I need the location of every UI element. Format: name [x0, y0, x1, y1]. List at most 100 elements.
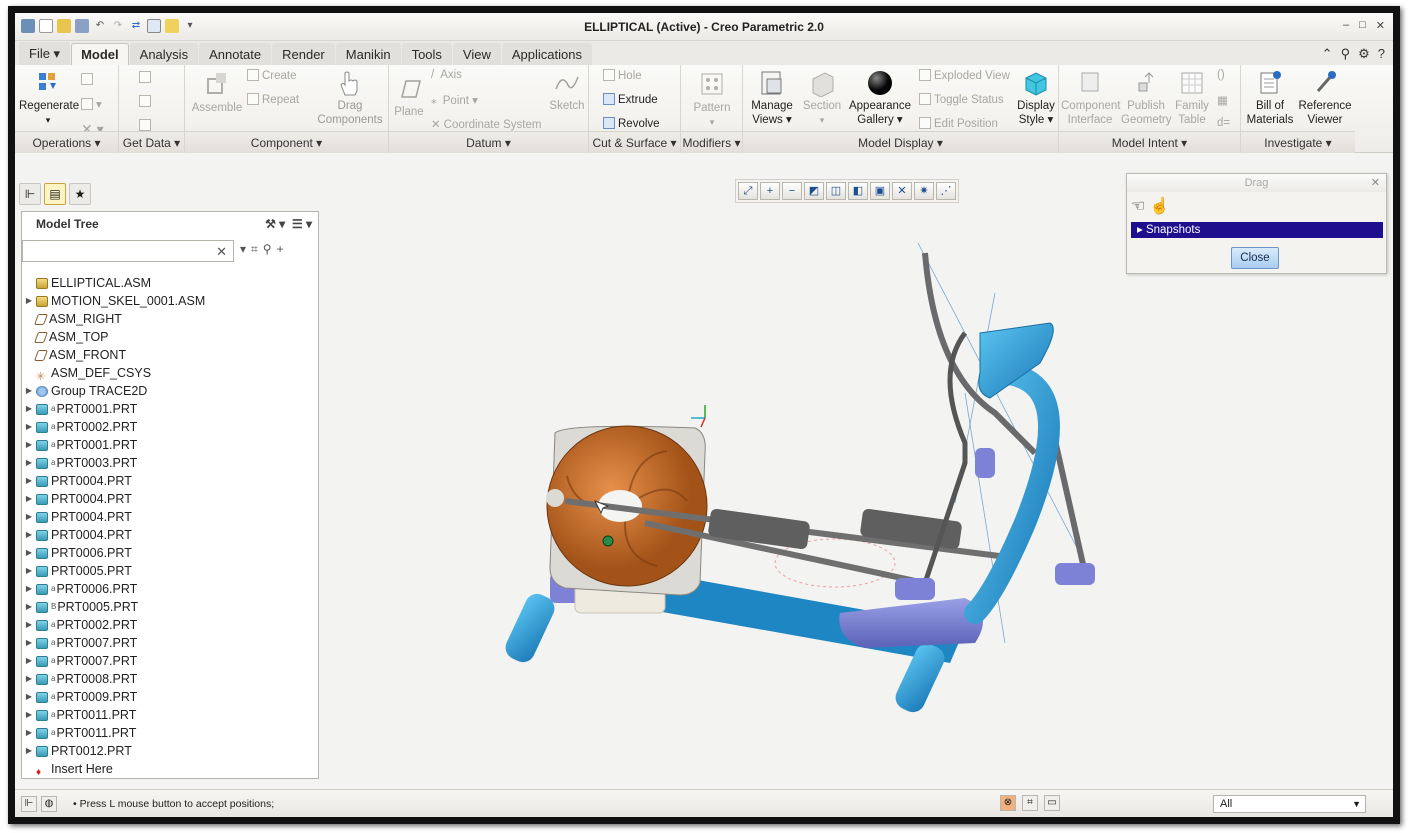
- expand-icon[interactable]: ▶: [22, 724, 36, 742]
- expand-icon[interactable]: ▶: [22, 544, 36, 562]
- dropdown-icon[interactable]: ▾: [240, 242, 251, 256]
- find-binoculars-icon[interactable]: ⌗: [251, 242, 263, 256]
- tab-tools[interactable]: Tools: [401, 43, 452, 65]
- maximize-button[interactable]: □: [1359, 19, 1366, 32]
- hole-button[interactable]: Hole: [603, 69, 642, 82]
- filter-icon[interactable]: ⚲: [263, 242, 277, 256]
- tree-item[interactable]: ▶ a PRT0001.PRT: [22, 436, 318, 454]
- point-button[interactable]: ⁎ Point ▾: [431, 93, 478, 107]
- tree-item[interactable]: ▶ MOTION_SKEL_0001.ASM: [22, 292, 318, 310]
- tree-settings-icon[interactable]: ⚒ ▾ ☰ ▾: [265, 212, 312, 236]
- expand-icon[interactable]: ▶: [22, 634, 36, 652]
- close-button[interactable]: ✕: [1376, 19, 1385, 32]
- relations-icon[interactable]: (): [1217, 69, 1225, 81]
- bill-of-materials-button[interactable]: Bill of Materials: [1243, 69, 1297, 127]
- selection-filter-select[interactable]: All ▼: [1213, 795, 1366, 813]
- drag-point-hand-icon[interactable]: ☜: [1131, 198, 1145, 215]
- plane-button[interactable]: Plane: [391, 75, 427, 119]
- close-dialog-button[interactable]: Close: [1231, 247, 1279, 269]
- expand-icon[interactable]: ▶: [22, 652, 36, 670]
- tree-item[interactable]: ▶ a PRT0007.PRT: [22, 634, 318, 652]
- expand-icon[interactable]: ▶: [22, 706, 36, 724]
- tree-item[interactable]: ▶ a PRT0006.PRT: [22, 580, 318, 598]
- dialog-close-icon[interactable]: ✕: [1371, 174, 1380, 192]
- tree-item[interactable]: ASM_TOP: [22, 328, 318, 346]
- group-label-operations[interactable]: Operations ▾: [15, 131, 118, 153]
- expand-icon[interactable]: ▶: [22, 382, 36, 400]
- help-icon[interactable]: ?: [1378, 46, 1385, 62]
- group-label-cut-surface[interactable]: Cut & Surface ▾: [589, 131, 680, 153]
- tree-item[interactable]: ▶ a PRT0011.PRT: [22, 724, 318, 742]
- tab-model[interactable]: Model: [71, 43, 129, 65]
- expand-icon[interactable]: ▶: [22, 400, 36, 418]
- display-style-icon[interactable]: ◫: [826, 182, 846, 200]
- annotation-display-icon[interactable]: ⋰: [936, 182, 956, 200]
- expand-icon[interactable]: ▶: [22, 670, 36, 688]
- tab-file[interactable]: File ▾: [19, 42, 71, 65]
- group-label-model-display[interactable]: Model Display ▾: [743, 131, 1058, 153]
- spin-center-icon[interactable]: ✷: [914, 182, 934, 200]
- tree-item[interactable]: ▶ B PRT0005.PRT: [22, 598, 318, 616]
- edit-position-button[interactable]: Edit Position: [919, 117, 998, 130]
- parameters-icon[interactable]: ▦: [1217, 93, 1228, 107]
- group-label-modifiers[interactable]: Modifiers ▾: [681, 131, 742, 153]
- section-button[interactable]: Section ▾: [799, 69, 845, 127]
- coordinate-system-button[interactable]: ✕ Coordinate System: [431, 117, 541, 131]
- tree-item[interactable]: ▶ a PRT0008.PRT: [22, 670, 318, 688]
- component-interface-button[interactable]: Component Interface: [1061, 69, 1120, 127]
- search-icon[interactable]: ⚲: [1341, 46, 1351, 62]
- repeat-button[interactable]: Repeat: [247, 93, 299, 106]
- create-button[interactable]: Create: [247, 69, 297, 82]
- expand-icon[interactable]: ▶: [22, 436, 36, 454]
- switch-dimensions-icon[interactable]: d=: [1217, 117, 1230, 129]
- selection-icon[interactable]: ▭: [1044, 795, 1060, 811]
- show-navigator-icon[interactable]: ⊩: [21, 796, 37, 812]
- tab-view[interactable]: View: [452, 43, 501, 65]
- publish-geometry-button[interactable]: Publish Geometry: [1121, 69, 1172, 127]
- copy-icon[interactable]: [81, 73, 96, 86]
- tree-item[interactable]: ▶ PRT0004.PRT: [22, 472, 318, 490]
- tree-item[interactable]: ▶ PRT0004.PRT: [22, 526, 318, 544]
- exploded-view-button[interactable]: Exploded View: [919, 69, 1010, 82]
- axis-button[interactable]: / Axis: [431, 69, 462, 81]
- folder-browser-tab-icon[interactable]: ▤: [44, 183, 66, 205]
- expand-icon[interactable]: ▶: [22, 526, 36, 544]
- expand-icon[interactable]: ▶: [22, 598, 36, 616]
- tree-item[interactable]: ▶ a PRT0011.PRT: [22, 706, 318, 724]
- tree-item[interactable]: ELLIPTICAL.ASM: [22, 274, 318, 292]
- tree-item[interactable]: ▶ PRT0006.PRT: [22, 544, 318, 562]
- tree-item[interactable]: ASM_RIGHT: [22, 310, 318, 328]
- drag-body-hand-icon[interactable]: ☝: [1150, 198, 1170, 215]
- expand-icon[interactable]: ▶: [22, 490, 36, 508]
- add-icon[interactable]: +: [277, 242, 289, 256]
- appearance-gallery-button[interactable]: Appearance Gallery ▾: [847, 69, 913, 127]
- tab-manikin[interactable]: Manikin: [335, 43, 401, 65]
- tree-item[interactable]: ▶ PRT0005.PRT: [22, 562, 318, 580]
- tree-item[interactable]: ▶ PRT0012.PRT: [22, 742, 318, 760]
- elliptical-model-viewport[interactable]: [495, 223, 1115, 723]
- minimize-button[interactable]: –: [1343, 19, 1349, 32]
- tree-item[interactable]: ▶ PRT0004.PRT: [22, 490, 318, 508]
- toggle-status-button[interactable]: Toggle Status: [919, 93, 1004, 106]
- tree-item[interactable]: ASM_FRONT: [22, 346, 318, 364]
- copy-geometry-icon[interactable]: [139, 95, 154, 108]
- extrude-button[interactable]: Extrude: [603, 93, 658, 106]
- group-label-get-data[interactable]: Get Data ▾: [119, 131, 184, 153]
- tab-applications[interactable]: Applications: [501, 43, 592, 65]
- expand-icon[interactable]: ▶: [22, 688, 36, 706]
- find-icon[interactable]: ⌗: [1022, 795, 1038, 811]
- tab-annotate[interactable]: Annotate: [199, 43, 272, 65]
- model-tree-tab-icon[interactable]: ⊩: [19, 183, 41, 205]
- settings-icon[interactable]: ⚙: [1358, 46, 1370, 62]
- tree-item[interactable]: ▶ Group TRACE2D: [22, 382, 318, 400]
- sketch-button[interactable]: Sketch: [547, 69, 587, 113]
- group-label-investigate[interactable]: Investigate ▾: [1241, 131, 1355, 153]
- clear-search-icon[interactable]: ✕: [216, 244, 227, 260]
- minimize-ribbon-icon[interactable]: ⌃: [1322, 46, 1333, 62]
- pattern-button[interactable]: Pattern ▾: [685, 71, 739, 129]
- show-browser-icon[interactable]: ◍: [41, 796, 57, 812]
- zoom-in-icon[interactable]: +: [760, 182, 780, 200]
- expand-icon[interactable]: ▶: [22, 742, 36, 760]
- paste-icon[interactable]: ▾: [81, 97, 102, 111]
- refit-icon[interactable]: ⤢: [738, 182, 758, 200]
